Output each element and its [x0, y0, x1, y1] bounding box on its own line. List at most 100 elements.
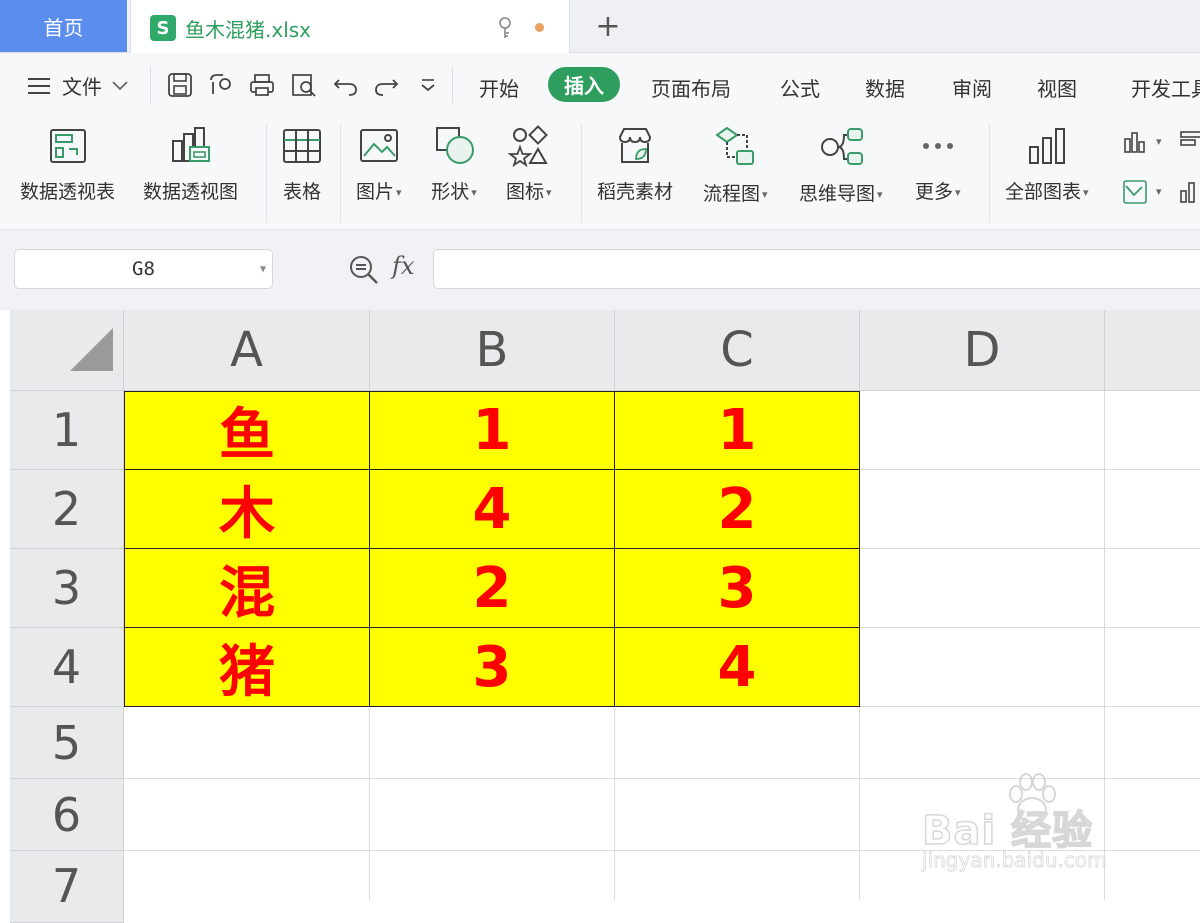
ribbon: 数据透视表 数据透视图 表格 图片 ▾ 形状 ▾ 图标 ▾ 稻壳素材 流程图 ▾ 思维导…	[0, 117, 1200, 230]
row-header-3[interactable]: 3	[10, 549, 124, 628]
pivot-chart-label: 数据透视图	[143, 181, 239, 203]
row-header-1[interactable]: 1	[10, 391, 124, 470]
table-icon	[283, 129, 321, 163]
all-charts-label: 全部图表 ▾	[1005, 181, 1089, 203]
home-tab[interactable]: 首页	[0, 0, 127, 52]
cell-b4[interactable]: 3	[370, 628, 615, 707]
column-header-d[interactable]: D	[860, 310, 1105, 391]
fx-icon[interactable]: fx	[392, 252, 414, 280]
row-header-6[interactable]: 6	[10, 779, 124, 851]
menu-row: 文件 开始 插入 页面布局 公式 数据 审阅 视图 开发工具	[0, 53, 1200, 117]
cell-e2[interactable]	[1105, 470, 1200, 549]
redo-icon[interactable]	[372, 71, 400, 99]
horizontal-bar-icon[interactable]	[1178, 129, 1200, 155]
tab-data[interactable]: 数据	[865, 73, 905, 102]
cell-e4[interactable]	[1105, 628, 1200, 707]
cell-a6[interactable]	[124, 779, 370, 851]
file-tab[interactable]: S 鱼木混猪.xlsx	[130, 0, 570, 53]
row-header-2[interactable]: 2	[10, 470, 124, 549]
icons-button[interactable]: 图标 ▾	[506, 125, 552, 204]
cell-a2[interactable]: 木	[124, 470, 370, 549]
cell-e5[interactable]	[1105, 707, 1200, 779]
pivot-chart-button[interactable]: 数据透视图	[143, 125, 238, 204]
cell-b2[interactable]: 4	[370, 470, 615, 549]
docer-material-label: 稻壳素材	[597, 181, 674, 203]
zoom-search-icon[interactable]	[348, 254, 380, 286]
tab-page-layout[interactable]: 页面布局	[651, 73, 731, 102]
pivot-table-button[interactable]: 数据透视表	[20, 125, 115, 204]
column-header-c[interactable]: C	[615, 310, 860, 391]
select-all-corner[interactable]	[10, 310, 124, 391]
cell-d5[interactable]	[860, 707, 1105, 779]
table-label: 表格	[282, 181, 321, 203]
more-button[interactable]: 更多 ▾	[915, 125, 961, 204]
cell-c2[interactable]: 2	[615, 470, 860, 549]
docer-material-button[interactable]: 稻壳素材	[597, 125, 673, 204]
table-button[interactable]: 表格	[281, 125, 323, 204]
pivot-table-label: 数据透视表	[20, 181, 116, 203]
tab-formulas[interactable]: 公式	[780, 73, 820, 102]
spreadsheet-icon: S	[150, 15, 176, 41]
file-menu[interactable]: 文件	[26, 71, 128, 100]
cell-c5[interactable]	[615, 707, 860, 779]
column-header-a[interactable]: A	[124, 310, 370, 391]
file-menu-label: 文件	[62, 75, 102, 99]
row-header-7[interactable]: 7	[10, 851, 124, 923]
cell-a3[interactable]: 混	[124, 549, 370, 628]
cell-c4[interactable]: 4	[615, 628, 860, 707]
cell-a7[interactable]	[124, 851, 370, 900]
cell-d4[interactable]	[860, 628, 1105, 707]
tab-start[interactable]: 开始	[479, 73, 519, 102]
cell-c7[interactable]	[615, 851, 860, 900]
cell-b5[interactable]	[370, 707, 615, 779]
all-charts-button[interactable]: 全部图表 ▾	[1005, 125, 1089, 204]
cell-b7[interactable]	[370, 851, 615, 900]
key-icon[interactable]	[495, 16, 515, 40]
cell-a4[interactable]: 猪	[124, 628, 370, 707]
cell-e3[interactable]	[1105, 549, 1200, 628]
bar-chart-icon[interactable]	[1122, 129, 1148, 155]
icons-label: 图标 ▾	[506, 181, 552, 203]
save-icon[interactable]	[166, 71, 194, 99]
cell-c1[interactable]: 1	[615, 391, 860, 470]
shape-button[interactable]: 形状 ▾	[431, 125, 477, 204]
shape-label: 形状 ▾	[431, 181, 477, 203]
cell-a1[interactable]: 鱼	[124, 391, 370, 470]
mindmap-button[interactable]: 思维导图 ▾	[799, 125, 883, 206]
undo-icon[interactable]	[332, 71, 360, 99]
tab-insert[interactable]: 插入	[548, 67, 620, 102]
column-header-b[interactable]: B	[370, 310, 615, 391]
column-chart-icon[interactable]	[1178, 179, 1200, 205]
cell-c3[interactable]: 3	[615, 549, 860, 628]
name-box-value: G8	[132, 258, 155, 280]
formula-input[interactable]	[433, 249, 1200, 289]
tab-developer[interactable]: 开发工具	[1131, 73, 1200, 102]
cell-a5[interactable]	[124, 707, 370, 779]
cell-d3[interactable]	[860, 549, 1105, 628]
print-preview-icon[interactable]	[290, 71, 318, 99]
row-header-5[interactable]: 5	[10, 707, 124, 779]
cell-b3[interactable]: 2	[370, 549, 615, 628]
cell-d2[interactable]	[860, 470, 1105, 549]
unsaved-dot-icon[interactable]	[535, 23, 544, 32]
cell-e1[interactable]	[1105, 391, 1200, 470]
output-icon[interactable]	[206, 71, 234, 99]
tab-view[interactable]: 视图	[1037, 73, 1077, 102]
cell-d1[interactable]	[860, 391, 1105, 470]
new-tab-button[interactable]: +	[592, 8, 624, 44]
customize-toolbar-icon[interactable]	[414, 71, 442, 99]
tab-review[interactable]: 审阅	[952, 73, 992, 102]
cell-b1[interactable]: 1	[370, 391, 615, 470]
picture-icon	[359, 129, 398, 162]
name-box[interactable]: G8 ▼	[14, 249, 273, 289]
column-header-e[interactable]	[1105, 310, 1200, 391]
cell-b6[interactable]	[370, 779, 615, 851]
line-chart-icon[interactable]	[1122, 179, 1148, 205]
chevron-down-icon[interactable]: ▼	[260, 264, 266, 275]
pivot-table-icon	[49, 129, 86, 163]
row-header-4[interactable]: 4	[10, 628, 124, 707]
cell-c6[interactable]	[615, 779, 860, 851]
print-icon[interactable]	[248, 71, 276, 99]
flowchart-button[interactable]: 流程图 ▾	[703, 125, 768, 206]
picture-button[interactable]: 图片 ▾	[356, 125, 402, 204]
